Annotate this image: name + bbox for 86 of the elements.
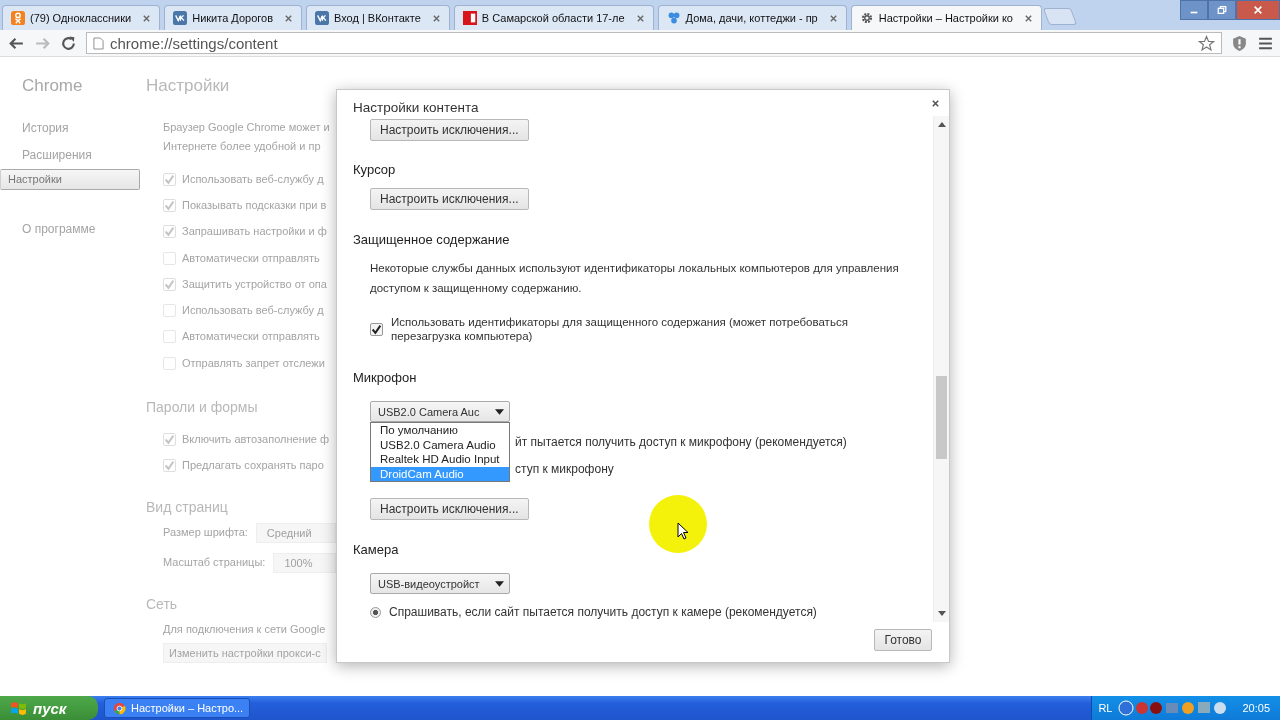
checkbox-label: Включить автозаполнение ф <box>182 432 330 447</box>
checkbox-label: Предлагать сохранять паро <box>182 458 324 474</box>
people-icon <box>11 11 25 25</box>
clock: 20:05 <box>1242 702 1270 714</box>
taskbar-button[interactable]: Настройки – Настро... <box>104 698 250 718</box>
section-heading: Защищенное содержание <box>353 231 511 249</box>
description-text: Некоторые службы данных используют идентификаторы локальных компьютеров для управления доступом к защищенному содержанию. <box>370 261 900 296</box>
checkbox-label: Использовать веб-службу д <box>182 303 324 319</box>
description-text: Браузер Google Chrome может и <box>163 120 331 135</box>
restore-button[interactable] <box>1208 0 1236 20</box>
checkbox-label: Показывать подсказки при в <box>182 197 327 213</box>
section-heading: Курсор <box>353 161 397 179</box>
radio-button[interactable] <box>370 606 381 618</box>
microphone-dropdown[interactable]: USB2.0 Camera Auc <box>370 401 510 422</box>
site-icon <box>173 11 188 25</box>
caret-icon <box>495 408 504 415</box>
checkbox[interactable] <box>163 433 176 446</box>
description-text: Для подключения к сети Google <box>162 621 327 637</box>
checkbox-label: Автоматически отправлять <box>182 329 320 345</box>
checkbox-label: Запрашивать настройки и ф <box>182 224 327 240</box>
checkbox-label: Защитить устройство от опа <box>182 276 327 292</box>
browser-tab[interactable]: Вход | ВКонтакте <box>306 5 450 30</box>
browser-icon <box>113 701 126 715</box>
scroll-down-icon[interactable] <box>937 611 946 616</box>
page-icon <box>93 36 104 50</box>
page-title: Настройки <box>146 75 231 97</box>
caret-icon <box>495 580 504 587</box>
done-button[interactable]: Готово <box>874 629 932 651</box>
scroll-thumb[interactable] <box>936 376 947 459</box>
shield-icon[interactable] <box>1231 34 1248 52</box>
close-icon[interactable] <box>635 13 645 23</box>
radio-label: Спрашивать, если сайт пытается получить доступ к камере (рекомендуется) <box>389 604 817 620</box>
close-icon[interactable] <box>284 13 293 23</box>
dropdown-option[interactable]: USB2.0 Camera Audio <box>371 437 509 452</box>
section-heading: Вид страниц <box>146 497 229 517</box>
checkbox-label: Использовать идентификаторы для защищенного содержания (может потребоваться перезагрузка компьютера) <box>391 315 849 343</box>
star-icon[interactable] <box>1198 34 1215 52</box>
mouse-pointer-icon <box>677 522 689 540</box>
flag-icon <box>462 11 477 25</box>
section-heading: Пароли и формы <box>146 398 259 418</box>
browser-tab[interactable]: В Самарской области 17-ле <box>453 5 654 30</box>
brand-title: Chrome <box>21 75 84 97</box>
tray-icons-drawing[interactable] <box>1118 700 1229 716</box>
field-label: Масштаб страницы: <box>163 555 266 571</box>
browser-tab[interactable]: (79) Одноклассники <box>2 5 161 30</box>
close-icon[interactable] <box>142 13 152 23</box>
checkbox[interactable] <box>370 322 383 336</box>
checkbox-label: Автоматически отправлять <box>182 250 320 266</box>
radio-label: йт пытается получить доступ к микрофону (рекомендуется) <box>515 435 847 449</box>
dropdown-option[interactable]: Realtek HD Audio Input <box>371 452 509 467</box>
checkbox-label: Использовать веб-службу д <box>182 171 324 187</box>
field-label: Размер шрифта: <box>163 525 248 541</box>
browser-tab[interactable]: Настройки – Настройки ко <box>850 5 1042 30</box>
section-heading: Микрофон <box>353 369 418 387</box>
radio-label: ступ к микрофону <box>515 462 614 476</box>
camera-dropdown[interactable]: USB-видеоустройст <box>370 573 510 594</box>
dropdown-option[interactable]: По умолчанию <box>371 423 509 438</box>
close-icon <box>1253 5 1263 15</box>
site-icon <box>315 11 329 25</box>
windows-flag-icon <box>10 699 27 717</box>
restore-icon <box>1217 5 1227 15</box>
dialog-title: Настройки контента <box>353 100 479 116</box>
nav-item[interactable]: Настройки <box>0 169 140 190</box>
close-icon[interactable] <box>931 99 940 108</box>
browser-tab[interactable]: Никита Дорогов <box>164 5 302 30</box>
dots-icon <box>666 11 681 25</box>
scrollbar[interactable] <box>933 116 949 622</box>
close-icon[interactable] <box>828 13 838 23</box>
exceptions-button[interactable]: Настроить исключения... <box>370 119 529 141</box>
minimize-button[interactable] <box>1180 0 1208 20</box>
section-heading: Сеть <box>146 594 179 614</box>
start-button[interactable]: пуск <box>0 696 98 720</box>
exceptions-button[interactable]: Настроить исключения... <box>370 498 529 520</box>
scroll-up-icon[interactable] <box>937 122 946 127</box>
language-indicator[interactable]: RL <box>1098 702 1113 714</box>
description-text: Интернете более удобной и пр <box>163 139 322 154</box>
checkbox-label: Отправлять запрет отслежи <box>182 355 325 371</box>
reload-icon[interactable] <box>60 34 77 52</box>
close-icon[interactable] <box>1023 13 1033 23</box>
address-bar[interactable]: chrome://settings/content <box>86 32 1222 54</box>
browser-tab[interactable]: Дома, дачи, коттеджи - пр <box>657 5 847 30</box>
gear-icon <box>859 11 874 25</box>
close-icon[interactable] <box>431 13 441 23</box>
exceptions-button[interactable]: Настроить исключения... <box>370 188 529 210</box>
section-heading: Камера <box>353 541 400 559</box>
close-button[interactable] <box>1236 0 1280 20</box>
